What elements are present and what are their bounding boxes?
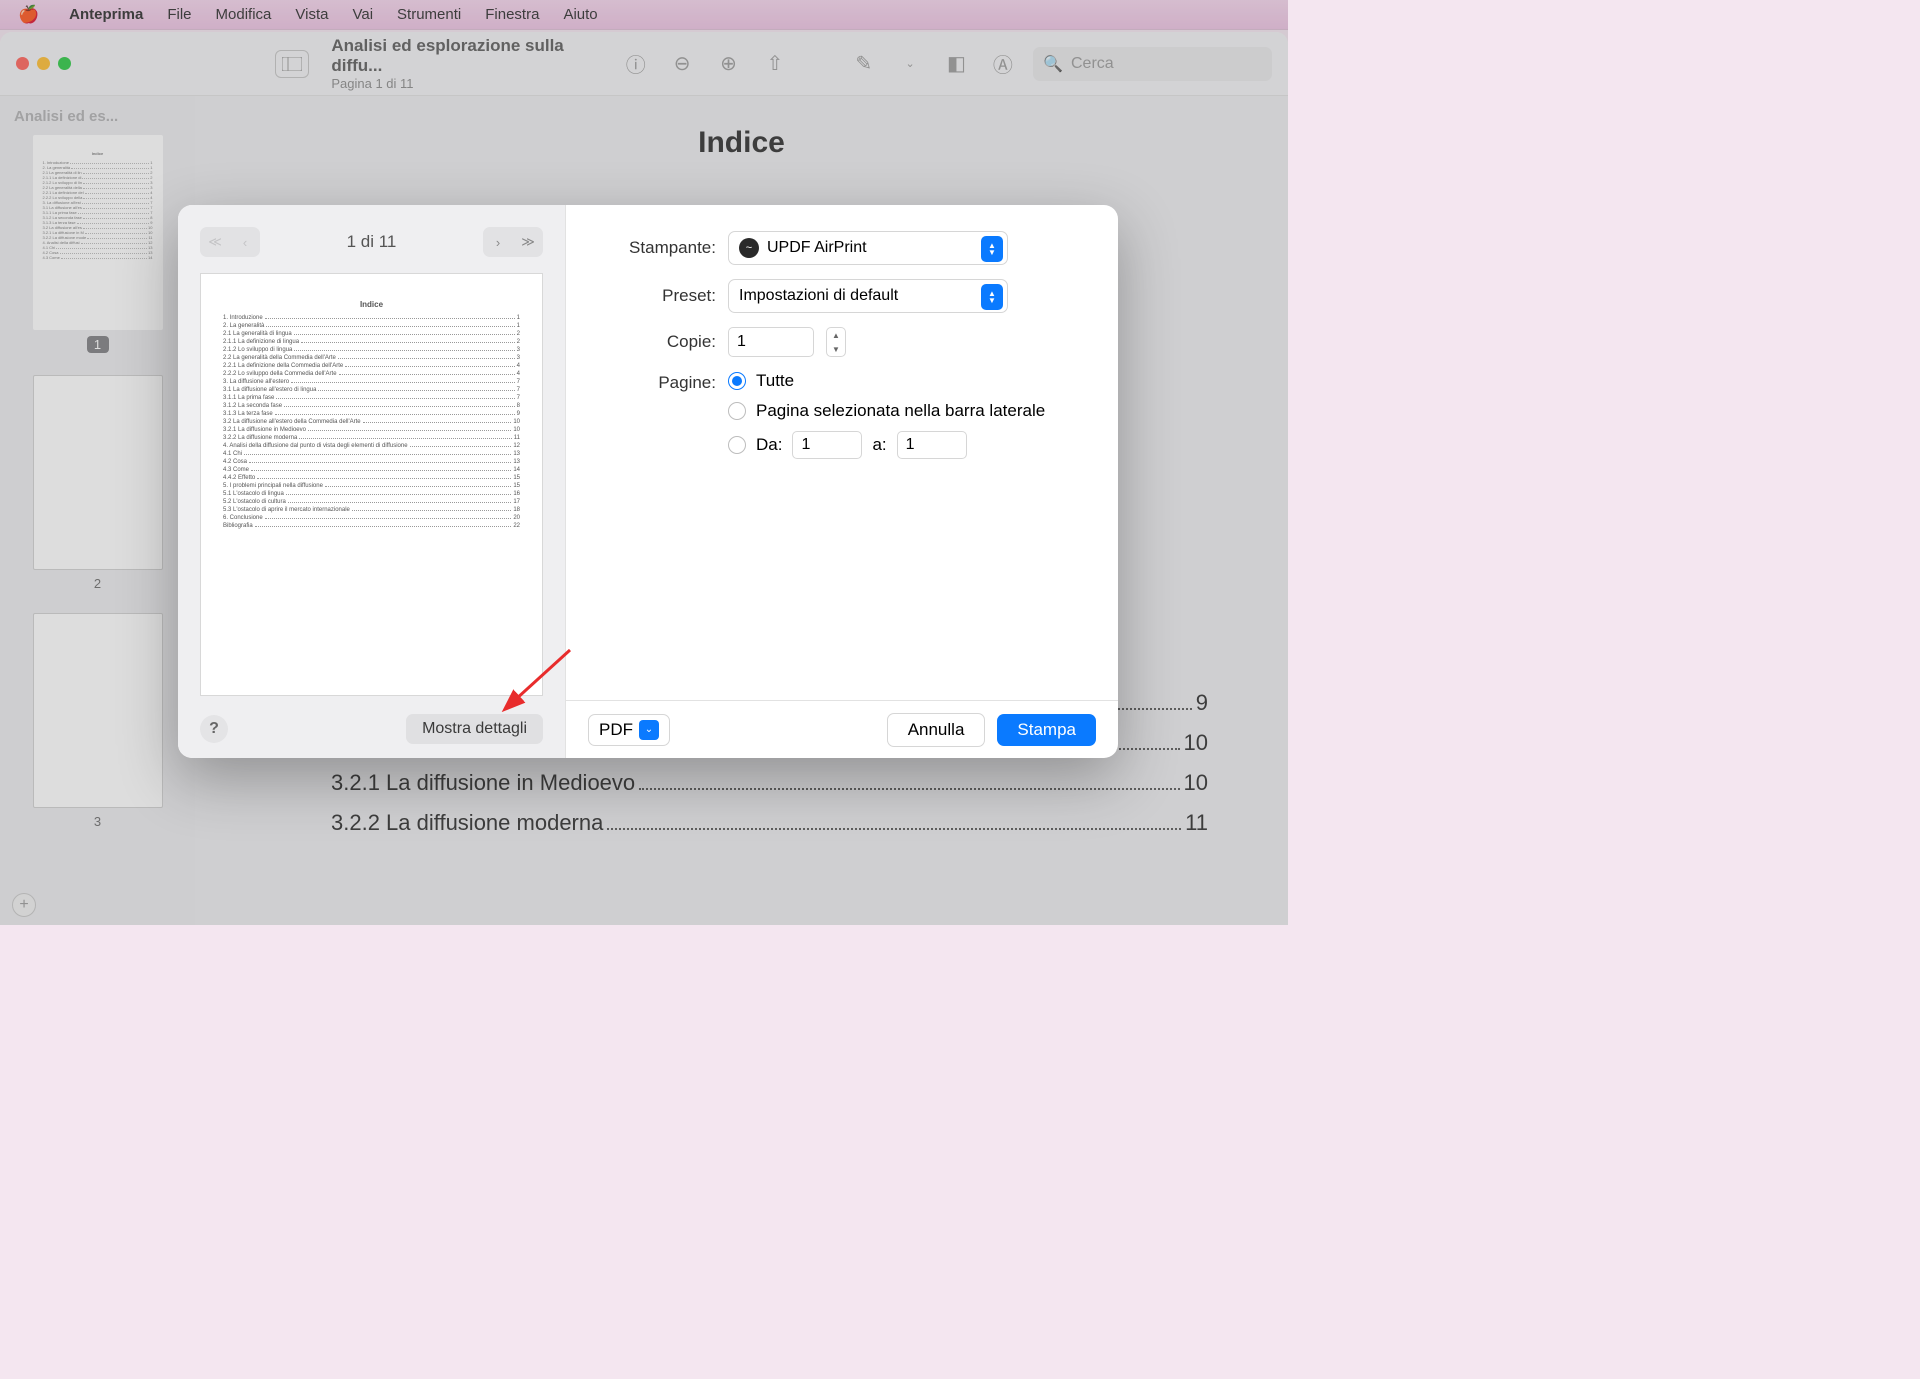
select-caret-icon: ▲▼: [981, 284, 1003, 310]
preview-toc-line: 2.2.2 Lo sviluppo della Commedia dell'Ar…: [223, 371, 520, 377]
printer-label: Stampante:: [600, 238, 716, 258]
preview-toc-line: 4.4.2 Effetto15: [223, 475, 520, 481]
preview-toc-line: 6. Conclusione20: [223, 515, 520, 521]
preview-toc-line: 3.2.2 La diffusione moderna11: [223, 435, 520, 441]
show-details-button[interactable]: Mostra dettagli: [406, 714, 543, 744]
preview-toc-line: 3. La diffusione all'estero7: [223, 379, 520, 385]
preview-toc-line: 5.3 L'ostacolo di aprire il mercato inte…: [223, 507, 520, 513]
preview-toc-line: 2.2 La generalità della Commedia dell'Ar…: [223, 355, 520, 361]
preview-toc-line: 3.1.2 La seconda fase8: [223, 403, 520, 409]
pages-selected-label: Pagina selezionata nella barra laterale: [756, 401, 1045, 421]
pdf-menu-button[interactable]: PDF ⌄: [588, 714, 670, 746]
pages-selected-radio[interactable]: [728, 402, 746, 420]
pages-label: Pagine:: [600, 371, 716, 393]
printer-value: UPDF AirPrint: [767, 239, 867, 257]
preview-toc-line: 5.2 L'ostacolo di cultura17: [223, 499, 520, 505]
preview-toc-line: 2.1.1 La definizione di lingua2: [223, 339, 520, 345]
pages-from-label: Da:: [756, 435, 782, 455]
preview-toc-line: 5.1 L'ostacolo di lingua16: [223, 491, 520, 497]
cancel-button[interactable]: Annulla: [887, 713, 986, 747]
preview-toc-line: 4.1 Chi13: [223, 451, 520, 457]
preview-toc-line: 3.2.1 La diffusione in Medioevo10: [223, 427, 520, 433]
preview-toc-line: 5. I problemi principali nella diffusion…: [223, 483, 520, 489]
preview-toc-line: 3.2 La diffusione all'estero della Comme…: [223, 419, 520, 425]
print-dialog: ≪ ‹ 1 di 11 › ≫ Indice 1. Introduzione1 2…: [178, 205, 1118, 758]
pages-to-label: a:: [872, 435, 886, 455]
preview-toc-line: 1. Introduzione1: [223, 315, 520, 321]
preview-title: Indice: [223, 300, 520, 309]
preview-toc-line: 3.1.3 La terza fase9: [223, 411, 520, 417]
preview-toc-line: 4.3 Come14: [223, 467, 520, 473]
preview-toc-line: 4.2 Cosa13: [223, 459, 520, 465]
next-page-buttons[interactable]: › ≫: [483, 227, 543, 257]
preview-toc-line: 3.1.1 La prima fase7: [223, 395, 520, 401]
preview-toc-line: Bibliografia22: [223, 523, 520, 529]
help-button[interactable]: ?: [200, 715, 228, 743]
select-caret-icon: ▲▼: [981, 236, 1003, 262]
prev-page-icon[interactable]: ‹: [230, 227, 260, 257]
preview-toc-line: 2.2.1 La definizione della Commedia dell…: [223, 363, 520, 369]
pages-from-input[interactable]: [792, 431, 862, 459]
pages-all-radio[interactable]: [728, 372, 746, 390]
preset-label: Preset:: [600, 286, 716, 306]
dialog-page-indicator: 1 di 11: [347, 232, 397, 252]
copies-input[interactable]: [728, 327, 814, 357]
pdf-label: PDF: [599, 720, 633, 740]
pages-to-input[interactable]: [897, 431, 967, 459]
copies-label: Copie:: [600, 332, 716, 352]
preview-toc-line: 3.1 La diffusione all'estero di lingua7: [223, 387, 520, 393]
chevron-down-icon: ⌄: [639, 720, 659, 740]
preview-toc-line: 2. La generalità1: [223, 323, 520, 329]
preview-toc-line: 2.1 La generalità di lingua2: [223, 331, 520, 337]
last-page-icon[interactable]: ≫: [513, 227, 543, 257]
preview-toc-line: 4. Analisi della diffusione dal punto di…: [223, 443, 520, 449]
printer-icon: ~: [739, 238, 759, 258]
copies-stepper[interactable]: ▲▼: [826, 327, 846, 357]
prev-page-buttons[interactable]: ≪ ‹: [200, 227, 260, 257]
preset-select[interactable]: Impostazioni di default ▲▼: [728, 279, 1008, 313]
print-button[interactable]: Stampa: [997, 714, 1096, 746]
preview-toc-line: 2.1.2 Lo sviluppo di lingua3: [223, 347, 520, 353]
print-preview: Indice 1. Introduzione1 2. La generalità1…: [200, 273, 543, 696]
pages-range-radio[interactable]: [728, 436, 746, 454]
printer-select[interactable]: ~ UPDF AirPrint ▲▼: [728, 231, 1008, 265]
preset-value: Impostazioni di default: [739, 287, 898, 305]
first-page-icon[interactable]: ≪: [200, 227, 230, 257]
next-page-icon[interactable]: ›: [483, 227, 513, 257]
pages-all-label: Tutte: [756, 371, 794, 391]
